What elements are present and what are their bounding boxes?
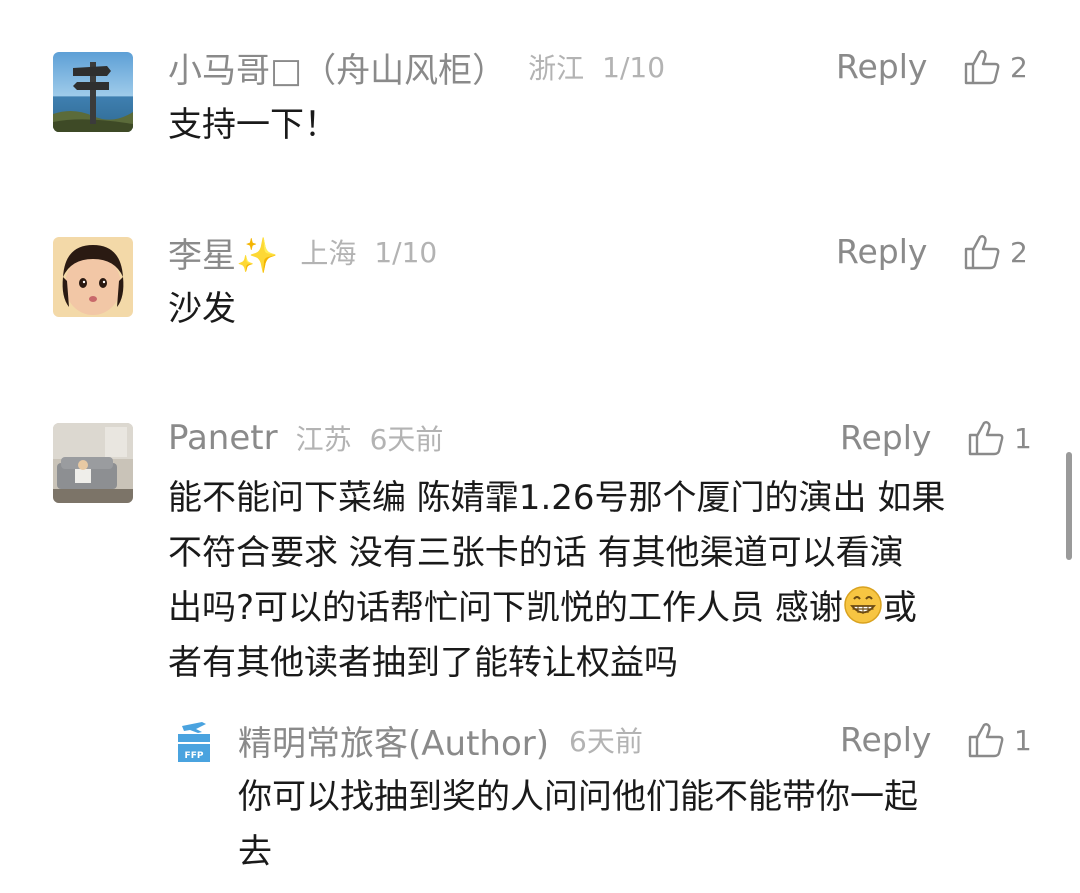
comment-text-line: 出吗?可以的话帮忙问下凯悦的工作人员 感谢或 <box>168 581 1048 636</box>
like-count: 1 <box>1014 421 1032 455</box>
nickname[interactable]: 精明常旅客(Author) <box>238 716 549 765</box>
location: 上海 <box>300 237 357 270</box>
seaside-signpost-avatar-icon <box>53 52 133 132</box>
thumbs-up-icon <box>962 232 1002 272</box>
like-button[interactable]: 1 <box>966 718 1032 762</box>
grinning-face-emoji-icon <box>843 585 883 625</box>
like-count: 2 <box>1010 235 1028 269</box>
timestamp: 1/10 <box>602 50 666 84</box>
comment-header: 小马哥□（舟山风柜） 浙江 1/10 <box>168 43 666 92</box>
thumbs-up-icon <box>966 720 1006 760</box>
comment-text-line: 能不能问下菜编 陈婧霏1.26号那个厦门的演出 如果 <box>168 478 946 518</box>
comment-text: 你可以找抽到奖的人问问他们能不能带你一起 去 <box>238 770 1038 880</box>
comment-header: 李星✨ 上海 1/10 <box>168 228 438 277</box>
comment-item: 小马哥□（舟山风柜） 浙江 1/10 Reply 2 支持一下！ <box>0 0 1080 180</box>
like-count: 1 <box>1014 723 1032 757</box>
comment-item: Panetr 江苏 6天前 Reply 1 能不能问下菜编 陈婧霏1.26号那个… <box>0 370 1080 893</box>
thumbs-up-icon <box>962 47 1002 87</box>
nickname[interactable]: 李星✨ <box>168 228 278 277</box>
reply-button[interactable]: Reply <box>840 718 931 762</box>
avatar[interactable] <box>53 423 133 503</box>
avatar[interactable]: FFP <box>172 716 216 768</box>
comment-text: 能不能问下菜编 陈婧霏1.26号那个厦门的演出 如果 不符合要求 没有三张卡的话… <box>168 471 1048 691</box>
reply-button[interactable]: Reply <box>840 416 931 460</box>
ffp-airplane-logo-avatar-icon: FFP <box>174 718 214 766</box>
comment-text-line: 去 <box>238 832 272 872</box>
comment-text-line: 者有其他读者抽到了能转让权益吗 <box>168 643 678 683</box>
comment-text-segment: 出吗?可以的话帮忙问下凯悦的工作人员 感谢 <box>168 588 843 628</box>
reply-button[interactable]: Reply <box>836 230 927 274</box>
nickname[interactable]: 小马哥□（舟山风柜） <box>168 43 506 92</box>
avatar[interactable] <box>53 237 133 317</box>
toddler-photo-avatar-icon <box>53 237 133 317</box>
comment-item: 李星✨ 上海 1/10 Reply 2 沙发 <box>0 180 1080 370</box>
location: 江苏 <box>295 423 352 456</box>
scrollbar[interactable] <box>1066 452 1072 560</box>
like-button[interactable]: 2 <box>962 230 1028 274</box>
comment-text-segment: 或 <box>882 588 917 628</box>
avatar[interactable] <box>53 52 133 132</box>
like-button[interactable]: 2 <box>962 45 1028 89</box>
location: 浙江 <box>528 52 585 85</box>
like-count: 2 <box>1010 50 1028 84</box>
nickname[interactable]: Panetr <box>168 418 278 458</box>
living-room-photo-avatar-icon <box>53 423 133 503</box>
timestamp: 6天前 <box>369 423 444 456</box>
timestamp: 1/10 <box>374 235 438 269</box>
reply-button[interactable]: Reply <box>836 45 927 89</box>
ffp-logo-label: FFP <box>185 751 204 761</box>
thumbs-up-icon <box>966 418 1006 458</box>
comment-header: 精明常旅客(Author) 6天前 <box>238 716 643 765</box>
comment-text-line: 不符合要求 没有三张卡的话 有其他渠道可以看演 <box>168 533 904 573</box>
comment-text: 沙发 <box>168 289 236 329</box>
comment-text-line: 你可以找抽到奖的人问问他们能不能带你一起 <box>238 777 918 817</box>
comment-header: Panetr 江苏 6天前 <box>168 416 443 460</box>
comment-text: 支持一下！ <box>168 105 338 145</box>
like-button[interactable]: 1 <box>966 416 1032 460</box>
timestamp: 6天前 <box>569 725 643 758</box>
